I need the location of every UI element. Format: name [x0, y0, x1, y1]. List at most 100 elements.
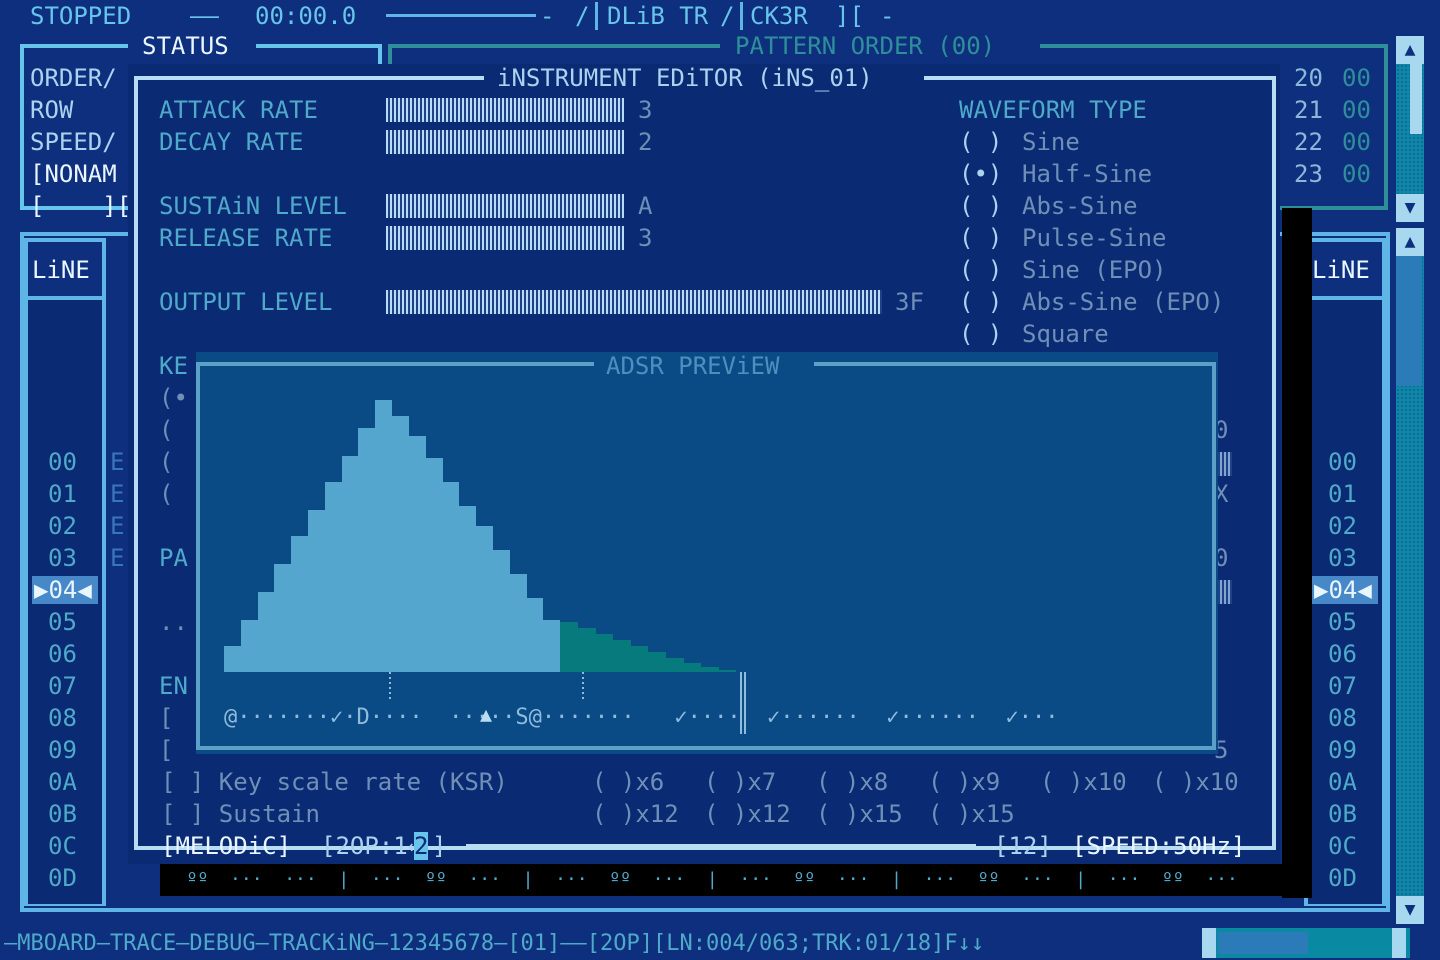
- waveform-radio[interactable]: ( ): [959, 126, 1002, 158]
- line-number[interactable]: 0A: [48, 766, 77, 798]
- line-number[interactable]: 02: [1328, 510, 1357, 542]
- line-number[interactable]: 0B: [1328, 798, 1357, 830]
- waveform-radio[interactable]: (•): [959, 158, 1002, 190]
- order-pos[interactable]: 23: [1294, 158, 1323, 190]
- waveform-radio[interactable]: ( ): [959, 286, 1002, 318]
- order-scrollbar[interactable]: ▲ ▼: [1396, 36, 1424, 222]
- slider-partial[interactable]: [1216, 452, 1232, 476]
- line-number[interactable]: 01: [48, 478, 77, 510]
- multiplier-radio[interactable]: ( )x7: [704, 766, 776, 798]
- waveform-option-label[interactable]: Half-Sine: [1022, 158, 1152, 190]
- line-number[interactable]: 08: [1328, 702, 1357, 734]
- order-pattern[interactable]: 00: [1342, 158, 1371, 190]
- sustain-checkbox[interactable]: [ ] Sustain: [161, 798, 320, 830]
- line-number[interactable]: 07: [1328, 670, 1357, 702]
- attack-rate-slider[interactable]: [386, 98, 624, 122]
- scroll-thumb[interactable]: [1218, 932, 1308, 954]
- waveform-radio[interactable]: ( ): [959, 190, 1002, 222]
- waveform-radio[interactable]: ( ): [959, 254, 1002, 286]
- waveform-option-label[interactable]: Abs-Sine (EPO): [1022, 286, 1224, 318]
- waveform-option-label[interactable]: Square: [1022, 318, 1109, 350]
- slider-partial[interactable]: [1216, 580, 1232, 604]
- ksr-checkbox[interactable]: [ ] Key scale rate (KSR): [161, 766, 508, 798]
- line-number[interactable]: 08: [48, 702, 77, 734]
- multiplier-radio[interactable]: ( )x12: [592, 798, 679, 830]
- multiplier-radio[interactable]: ( )x15: [928, 798, 1015, 830]
- horizontal-scrollbar[interactable]: [1202, 928, 1410, 958]
- multiplier-radio[interactable]: ( )x15: [816, 798, 903, 830]
- waveform-radio[interactable]: ( ): [959, 318, 1002, 350]
- scroll-down-icon[interactable]: ▼: [1396, 896, 1424, 924]
- checkbox-partial[interactable]: [: [159, 702, 173, 734]
- multiplier-radio[interactable]: ( )x6: [592, 766, 664, 798]
- attack-decay-step: [324, 482, 342, 672]
- line-number[interactable]: 06: [48, 638, 77, 670]
- checkbox-partial[interactable]: [: [159, 734, 173, 766]
- scroll-left-icon[interactable]: [1202, 928, 1216, 958]
- multiplier-radio[interactable]: ( )x8: [816, 766, 888, 798]
- order-pos[interactable]: 21: [1294, 94, 1323, 126]
- decay-rate-slider[interactable]: [386, 130, 624, 154]
- multiplier-radio[interactable]: ( )x12: [704, 798, 791, 830]
- mode-melodic[interactable]: [MELODiC]: [161, 830, 291, 862]
- line-number[interactable]: 02: [48, 510, 77, 542]
- speed-setting[interactable]: [SPEED:50Hz]: [1072, 830, 1245, 862]
- multiplier-radio[interactable]: ( )x9: [928, 766, 1000, 798]
- line-number[interactable]: 0B: [48, 798, 77, 830]
- order-pattern[interactable]: 00: [1342, 94, 1371, 126]
- line-number[interactable]: 09: [1328, 734, 1357, 766]
- radio-partial[interactable]: (: [159, 478, 173, 510]
- waveform-option-label[interactable]: Abs-Sine: [1022, 190, 1138, 222]
- radio-partial[interactable]: (: [159, 414, 173, 446]
- line-number[interactable]: 09: [48, 734, 77, 766]
- order-pos[interactable]: 22: [1294, 126, 1323, 158]
- op-selector[interactable]: [2OP:1↔: [321, 830, 422, 862]
- instrument-count: [12]: [994, 832, 1052, 860]
- order-pattern[interactable]: 00: [1342, 62, 1371, 94]
- radio-partial[interactable]: (: [159, 446, 173, 478]
- line-number[interactable]: 05: [1328, 606, 1357, 638]
- scroll-down-icon[interactable]: ▼: [1396, 194, 1424, 222]
- attack-decay-step: [509, 574, 527, 672]
- line-number[interactable]: 0A: [1328, 766, 1357, 798]
- line-number[interactable]: 01: [1328, 478, 1357, 510]
- line-number[interactable]: 0D: [1328, 862, 1357, 894]
- scroll-thumb[interactable]: [1410, 64, 1422, 134]
- status-row: ROW: [30, 96, 74, 124]
- line-number[interactable]: 05: [48, 606, 77, 638]
- multiplier-radio[interactable]: ( )x10: [1152, 766, 1239, 798]
- radio-partial[interactable]: (•: [159, 382, 188, 414]
- editor-title: iNSTRUMENT EDiTOR (iNS_01): [497, 64, 873, 92]
- order-pattern[interactable]: 00: [1342, 126, 1371, 158]
- attack-decay-step: [459, 506, 477, 672]
- line-number[interactable]: 0C: [48, 830, 77, 862]
- line-number[interactable]: 03: [1328, 542, 1357, 574]
- order-pos[interactable]: 20: [1294, 62, 1323, 94]
- line-number[interactable]: 00: [48, 446, 77, 478]
- scroll-thumb[interactable]: [1396, 256, 1422, 386]
- line-number-selected[interactable]: ▶04◀: [34, 574, 92, 606]
- scroll-up-icon[interactable]: ▲: [1396, 228, 1424, 256]
- line-number[interactable]: 07: [48, 670, 77, 702]
- line-number[interactable]: 00: [1328, 446, 1357, 478]
- scroll-right-icon[interactable]: [1392, 928, 1406, 958]
- line-number[interactable]: 0C: [1328, 830, 1357, 862]
- line-number[interactable]: 0D: [48, 862, 77, 894]
- waveform-option-label[interactable]: Pulse-Sine: [1022, 222, 1167, 254]
- waveform-option-label[interactable]: Sine: [1022, 126, 1080, 158]
- line-number[interactable]: 03: [48, 542, 77, 574]
- attack-decay-step: [341, 456, 359, 672]
- pattern-scrollbar[interactable]: ▲ ▼: [1396, 228, 1424, 924]
- waveform-radio[interactable]: ( ): [959, 222, 1002, 254]
- release-rate-slider[interactable]: [386, 226, 624, 250]
- op-selected[interactable]: 2: [414, 832, 429, 860]
- line-number[interactable]: 06: [1328, 638, 1357, 670]
- attack-decay-step: [240, 620, 258, 672]
- waveform-option-label[interactable]: Sine (EPO): [1022, 254, 1167, 286]
- output-level-slider[interactable]: [386, 290, 882, 314]
- sustain-level-slider[interactable]: [386, 194, 624, 218]
- attack-decay-step: [526, 598, 544, 672]
- line-number-selected[interactable]: ▶04◀: [1314, 574, 1372, 606]
- multiplier-radio[interactable]: ( )x10: [1040, 766, 1127, 798]
- scroll-up-icon[interactable]: ▲: [1396, 36, 1424, 64]
